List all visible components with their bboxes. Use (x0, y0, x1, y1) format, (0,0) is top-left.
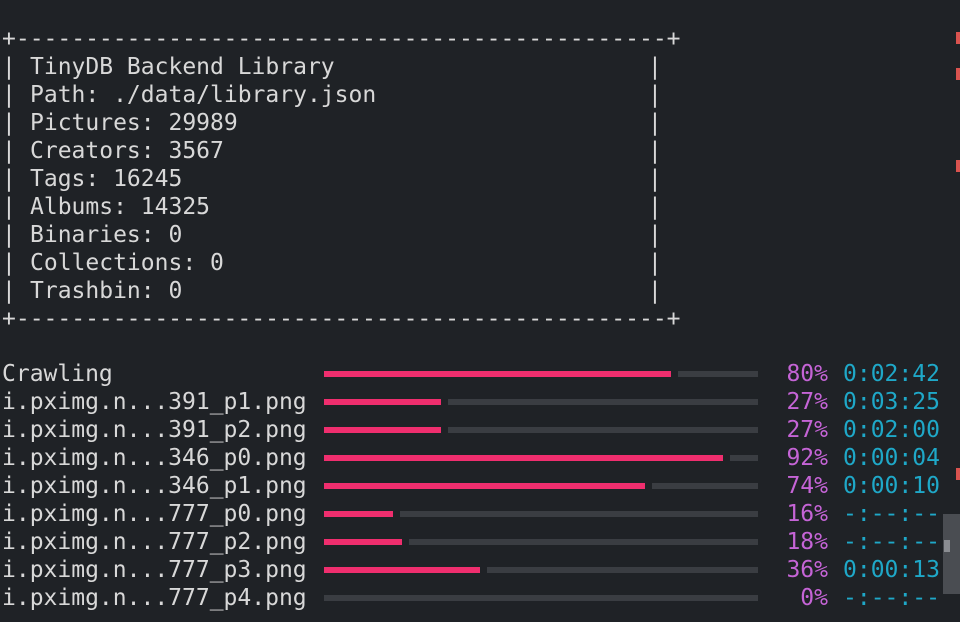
progress-bar (324, 539, 758, 545)
box-title: TinyDB Backend Library (30, 54, 335, 80)
progress-bar (324, 595, 758, 601)
pictures-count: Pictures: 29989 (30, 110, 238, 136)
box-side-left: | (2, 194, 16, 220)
time-remaining: 0:00:13 (843, 557, 940, 583)
time-remaining: 0:02:42 (843, 361, 940, 387)
box-side-left: | (2, 222, 16, 248)
progress-bar-fill (324, 511, 393, 517)
progress-bar-fill (324, 399, 441, 405)
progress-bar-remaining (678, 371, 758, 377)
progress-row-download: i.pximg.n...391_p2.png 27% 0:02:00 (0, 416, 960, 444)
task-name: i.pximg.n...346_p1.png (2, 473, 307, 499)
progress-bar-fill (324, 455, 723, 461)
box-border-bottom: +---------------------------------------… (2, 306, 681, 332)
progress-bar-fill (324, 371, 671, 377)
progress-bar (324, 455, 758, 461)
progress-bar-fill (324, 483, 645, 489)
progress-bar-remaining (730, 455, 758, 461)
progress-bar-remaining (487, 567, 758, 573)
edge-marker (956, 160, 960, 172)
box-side-right: | (648, 110, 662, 136)
progress-percent: 27% (786, 389, 828, 415)
collections-count: Collections: 0 (30, 250, 224, 276)
task-name: i.pximg.n...777_p0.png (2, 501, 307, 527)
progress-percent: 16% (786, 501, 828, 527)
progress-bar-remaining (448, 427, 758, 433)
time-remaining: -:--:-- (843, 501, 940, 527)
progress-percent: 0% (800, 585, 828, 611)
progress-row-download: i.pximg.n...777_p4.png 0% -:--:-- (0, 584, 960, 612)
progress-bar-remaining (324, 595, 758, 601)
progress-bar (324, 399, 758, 405)
progress-percent: 80% (786, 361, 828, 387)
progress-bar-fill (324, 567, 480, 573)
box-side-left: | (2, 278, 16, 304)
progress-bar (324, 427, 758, 433)
box-side-left: | (2, 250, 16, 276)
box-side-right: | (648, 138, 662, 164)
box-side-right: | (648, 222, 662, 248)
box-side-left: | (2, 110, 16, 136)
task-name: Crawling (2, 361, 113, 387)
progress-percent: 92% (786, 445, 828, 471)
box-border-top: +---------------------------------------… (2, 26, 681, 52)
time-remaining: -:--:-- (843, 529, 940, 555)
box-side-left: | (2, 166, 16, 192)
progress-percent: 36% (786, 557, 828, 583)
progress-percent: 27% (786, 417, 828, 443)
time-remaining: 0:00:10 (843, 473, 940, 499)
time-remaining: -:--:-- (843, 585, 940, 611)
box-side-right: | (648, 166, 662, 192)
task-name: i.pximg.n...777_p4.png (2, 585, 307, 611)
scrollbar-thumb[interactable] (943, 514, 960, 594)
progress-bar-fill (324, 427, 441, 433)
progress-row-download: i.pximg.n...777_p2.png 18% -:--:-- (0, 528, 960, 556)
progress-row-crawling: Crawling 80% 0:02:42 (0, 360, 960, 388)
box-side-left: | (2, 82, 16, 108)
task-name: i.pximg.n...391_p1.png (2, 389, 307, 415)
edge-marker (956, 32, 960, 44)
progress-percent: 74% (786, 473, 828, 499)
time-remaining: 0:02:00 (843, 417, 940, 443)
creators-count: Creators: 3567 (30, 138, 224, 164)
box-side-right: | (648, 82, 662, 108)
binaries-count: Binaries: 0 (30, 222, 183, 248)
time-remaining: 0:00:04 (843, 445, 940, 471)
progress-bar (324, 511, 758, 517)
task-name: i.pximg.n...777_p3.png (2, 557, 307, 583)
progress-row-download: i.pximg.n...346_p1.png 74% 0:00:10 (0, 472, 960, 500)
edge-marker (956, 468, 960, 480)
progress-bar (324, 567, 758, 573)
task-name: i.pximg.n...346_p0.png (2, 445, 307, 471)
box-side-right: | (648, 194, 662, 220)
task-name: i.pximg.n...391_p2.png (2, 417, 307, 443)
progress-row-download: i.pximg.n...777_p3.png 36% 0:00:13 (0, 556, 960, 584)
tags-count: Tags: 16245 (30, 166, 183, 192)
box-side-right: | (648, 54, 662, 80)
time-remaining: 0:03:25 (843, 389, 940, 415)
progress-row-download: i.pximg.n...777_p0.png 16% -:--:-- (0, 500, 960, 528)
scrollbar-grip[interactable] (944, 540, 950, 552)
progress-bar-remaining (400, 511, 758, 517)
progress-bar-fill (324, 539, 402, 545)
progress-bar-remaining (652, 483, 758, 489)
progress-percent: 18% (786, 529, 828, 555)
edge-marker (956, 68, 960, 80)
box-side-right: | (648, 250, 662, 276)
task-name: i.pximg.n...777_p2.png (2, 529, 307, 555)
progress-row-download: i.pximg.n...391_p1.png 27% 0:03:25 (0, 388, 960, 416)
progress-bar-remaining (409, 539, 758, 545)
trashbin-count: Trashbin: 0 (30, 278, 183, 304)
progress-bar-remaining (448, 399, 758, 405)
library-path: Path: ./data/library.json (30, 82, 377, 108)
progress-bar (324, 371, 758, 377)
progress-row-download: i.pximg.n...346_p0.png 92% 0:00:04 (0, 444, 960, 472)
box-side-right: | (648, 278, 662, 304)
box-side-left: | (2, 138, 16, 164)
box-side-left: | (2, 54, 16, 80)
albums-count: Albums: 14325 (30, 194, 211, 220)
progress-bar (324, 483, 758, 489)
